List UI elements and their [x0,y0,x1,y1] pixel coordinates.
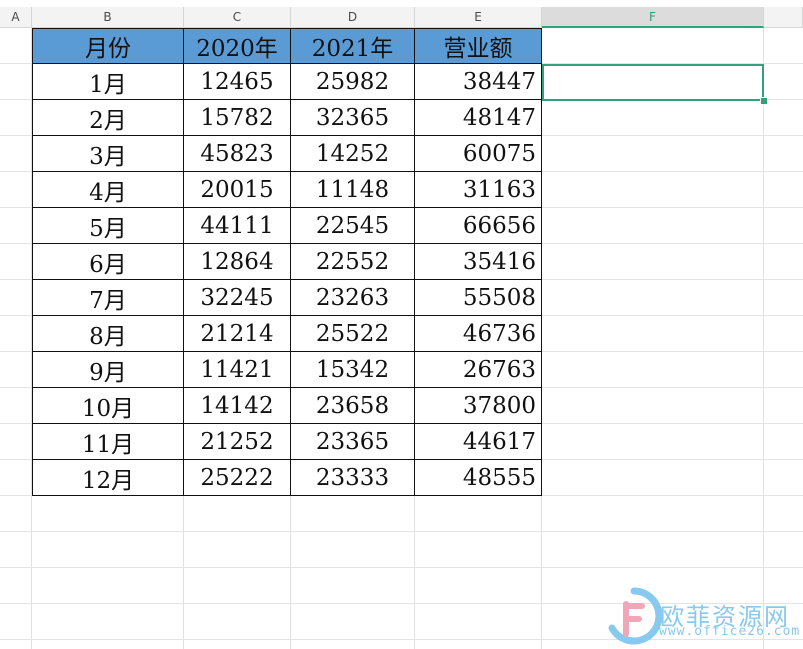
column-header-e[interactable]: E [415,7,542,28]
value-cell[interactable]: 14142 [184,388,291,424]
value-cell[interactable]: 11148 [291,172,415,208]
column-header-d[interactable]: D [291,7,415,28]
value-cell[interactable]: 25522 [291,316,415,352]
column-header-b[interactable]: B [32,7,184,28]
month-cell[interactable]: 4月 [32,172,184,208]
value-cell[interactable]: 37800 [415,388,542,424]
office26-logo-icon [608,587,663,645]
month-cell[interactable]: 6月 [32,244,184,280]
value-cell[interactable]: 23365 [291,424,415,460]
month-cell[interactable]: 3月 [32,136,184,172]
column-header-a[interactable]: A [0,7,32,28]
value-cell[interactable]: 66656 [415,208,542,244]
grid-hline [0,531,803,532]
value-cell[interactable]: 32365 [291,100,415,136]
value-cell[interactable]: 44617 [415,424,542,460]
value-cell[interactable]: 12465 [184,64,291,100]
column-header-c[interactable]: C [184,7,291,28]
grid-vline [763,28,764,649]
table-header-cell[interactable]: 2021年 [291,28,415,64]
fill-handle[interactable] [760,97,768,105]
month-cell[interactable]: 8月 [32,316,184,352]
month-cell[interactable]: 9月 [32,352,184,388]
month-cell[interactable]: 12月 [32,460,184,496]
table-header-cell[interactable]: 2020年 [184,28,291,64]
value-cell[interactable]: 25982 [291,64,415,100]
table-header-cell[interactable]: 月份 [32,28,184,64]
value-cell[interactable]: 60075 [415,136,542,172]
value-cell[interactable]: 23333 [291,460,415,496]
value-cell[interactable]: 22545 [291,208,415,244]
value-cell[interactable]: 44111 [184,208,291,244]
value-cell[interactable]: 45823 [184,136,291,172]
spreadsheet-grid[interactable]: ABCDEF 月份 2020年 2021年 营业额 1月 12465 25982 38447 2… [0,0,803,649]
value-cell[interactable]: 15342 [291,352,415,388]
column-header-g[interactable] [764,7,803,28]
value-cell[interactable]: 21214 [184,316,291,352]
value-cell[interactable]: 22552 [291,244,415,280]
value-cell[interactable]: 26763 [415,352,542,388]
grid-hline [0,567,803,568]
value-cell[interactable]: 48555 [415,460,542,496]
value-cell[interactable]: 25222 [184,460,291,496]
value-cell[interactable]: 12864 [184,244,291,280]
table-header-cell[interactable]: 营业额 [415,28,542,64]
value-cell[interactable]: 11421 [184,352,291,388]
month-cell[interactable]: 7月 [32,280,184,316]
value-cell[interactable]: 55508 [415,280,542,316]
month-cell[interactable]: 11月 [32,424,184,460]
value-cell[interactable]: 14252 [291,136,415,172]
month-cell[interactable]: 2月 [32,100,184,136]
value-cell[interactable]: 38447 [415,64,542,100]
value-cell[interactable]: 46736 [415,316,542,352]
month-cell[interactable]: 10月 [32,388,184,424]
value-cell[interactable]: 23263 [291,280,415,316]
value-cell[interactable]: 20015 [184,172,291,208]
value-cell[interactable]: 15782 [184,100,291,136]
value-cell[interactable]: 23658 [291,388,415,424]
column-header-f[interactable]: F [542,7,764,28]
month-cell[interactable]: 1月 [32,64,184,100]
value-cell[interactable]: 31163 [415,172,542,208]
value-cell[interactable]: 48147 [415,100,542,136]
grid-hline [0,639,803,640]
value-cell[interactable]: 21252 [184,424,291,460]
watermark-url: www.office26.com [659,624,801,639]
selected-cell-f2[interactable] [542,64,764,101]
month-cell[interactable]: 5月 [32,208,184,244]
value-cell[interactable]: 35416 [415,244,542,280]
value-cell[interactable]: 32245 [184,280,291,316]
